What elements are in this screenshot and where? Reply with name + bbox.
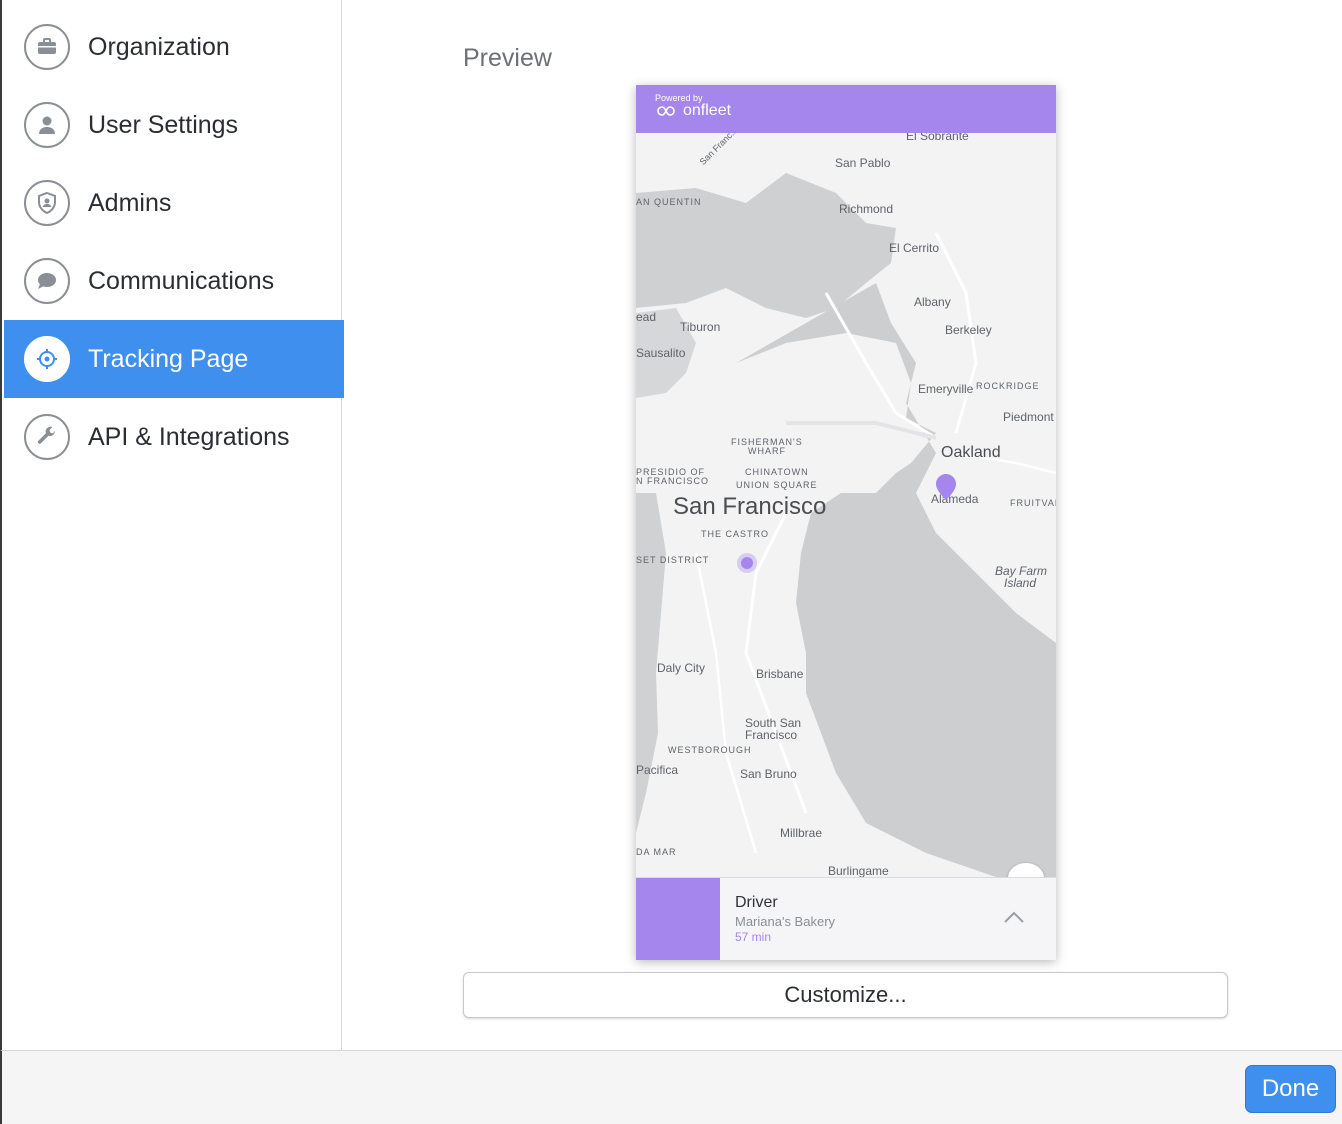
map-label: El Sobrante: [906, 133, 969, 143]
map-label: San Pablo: [835, 156, 891, 170]
preview-map[interactable]: El Sobrante San Franc... San Pablo AN QU…: [636, 133, 1056, 877]
infinity-icon: [657, 106, 675, 116]
sidebar-item-label: User Settings: [88, 110, 239, 139]
sidebar-item-organization[interactable]: Organization: [4, 8, 344, 86]
map-label-san-francisco: San Francisco: [673, 493, 827, 520]
map-label: UNION SQUARE: [736, 480, 818, 490]
tracking-page-preview: Powered by onfleet El Sobrante San Franc…: [636, 85, 1056, 960]
map-label: THE CASTRO: [701, 529, 770, 539]
map-label: Albany: [914, 295, 951, 309]
driver-photo: [636, 878, 720, 960]
sidebar-item-admins[interactable]: Admins: [4, 164, 344, 242]
customize-button[interactable]: Customize...: [463, 972, 1228, 1018]
driver-organization: Mariana's Bakery: [735, 914, 836, 929]
driver-info-bar[interactable]: Driver Mariana's Bakery 57 min: [636, 877, 1056, 960]
map-label: Tiburon: [680, 320, 721, 334]
map-label: CHINATOWN: [745, 467, 809, 477]
map-label: Emeryville: [918, 382, 974, 396]
map-label: Piedmont: [1003, 410, 1054, 424]
map-label-oakland: Oakland: [941, 444, 1001, 461]
map-label: Berkeley: [945, 323, 992, 337]
map-label: Pacifica: [636, 763, 679, 777]
sidebar-item-label: API & Integrations: [88, 422, 290, 451]
map-label: Brisbane: [756, 667, 804, 681]
sidebar-item-label: Communications: [88, 266, 275, 295]
driver-location-dot: [737, 553, 757, 573]
preview-title: Preview: [463, 44, 552, 72]
settings-sidebar: Organization User Settings Admins Commun…: [0, 0, 344, 1050]
sidebar-item-label: Organization: [88, 32, 230, 61]
map-label: Richmond: [839, 202, 894, 216]
map-label: WHARF: [748, 446, 786, 456]
done-button[interactable]: Done: [1245, 1065, 1336, 1113]
map-label: El Cerrito: [889, 241, 940, 255]
driver-eta: 57 min: [735, 930, 772, 944]
map-label: Island: [1004, 576, 1037, 590]
map-label: San Bruno: [740, 767, 797, 781]
driver-title: Driver: [735, 894, 778, 911]
map-label: SET DISTRICT: [636, 555, 710, 565]
user-icon: [24, 102, 70, 148]
chevron-up-icon[interactable]: [1003, 910, 1025, 924]
map-label: ead: [636, 310, 657, 324]
chat-bubble-icon: [24, 258, 70, 304]
map-label: N FRANCISCO: [636, 476, 710, 486]
map-label: WESTBOROUGH: [668, 745, 752, 755]
preview-header: Powered by onfleet: [636, 85, 1056, 133]
map-label: ROCKRIDGE: [976, 381, 1040, 391]
map-label: Sausalito: [636, 346, 686, 360]
sidebar-item-api-integrations[interactable]: API & Integrations: [4, 398, 344, 476]
map-label: DA MAR: [636, 847, 677, 857]
shield-user-icon: [24, 180, 70, 226]
sidebar-item-user-settings[interactable]: User Settings: [4, 86, 344, 164]
destination-pin-icon: [936, 474, 956, 500]
sidebar-item-communications[interactable]: Communications: [4, 242, 344, 320]
map-label: Millbrae: [780, 826, 823, 840]
brand-name: onfleet: [683, 102, 732, 119]
map-label: AN QUENTIN: [636, 197, 702, 207]
map-label: Burlingame: [828, 864, 889, 877]
wrench-icon: [24, 414, 70, 460]
map-label: Francisco: [745, 728, 798, 742]
brand-logo: onfleet: [655, 102, 731, 120]
sidebar-item-label: Admins: [88, 188, 172, 217]
footer-bar: [0, 1050, 1342, 1124]
briefcase-icon: [24, 24, 70, 70]
map-label: FRUITVAL: [1010, 498, 1056, 508]
sidebar-item-label: Tracking Page: [88, 344, 249, 373]
crosshair-icon: [24, 336, 70, 382]
map-label: Daly City: [657, 661, 706, 675]
sidebar-item-tracking-page[interactable]: Tracking Page: [4, 320, 344, 398]
